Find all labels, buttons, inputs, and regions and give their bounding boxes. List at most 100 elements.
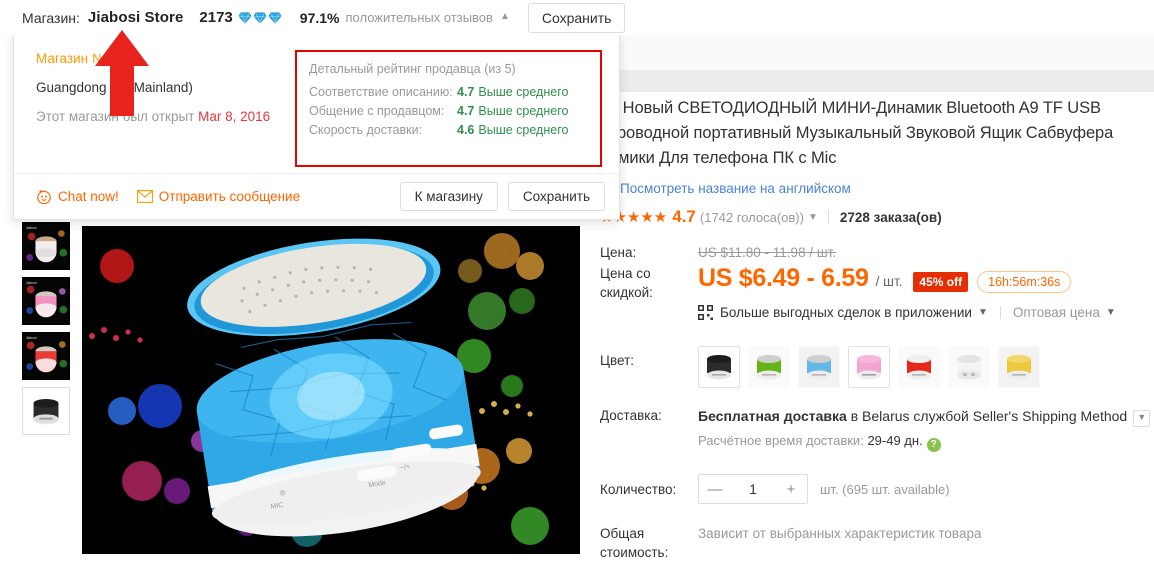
popup-save-button[interactable]: Сохранить (507, 182, 605, 211)
rating-votes: (1742 голоса(ов)) (699, 209, 804, 225)
quantity-input[interactable] (731, 480, 775, 498)
send-message-label: Отправить сообщение (158, 189, 301, 204)
rating-criteria-label: Соответствие описанию: (309, 85, 453, 99)
product-main-image[interactable]: MIC Mode −/+ (82, 226, 580, 554)
seller-rating-row: Скорость доставки: 4.6 Выше среднего (309, 123, 588, 137)
seller-rating-row: Соответствие описанию: 4.7 Выше среднего (309, 85, 588, 99)
store-opened-label: Этот магазин был открыт (36, 109, 195, 124)
store-opened-date: Mar 8, 2016 (198, 109, 271, 124)
shipping-method: Бесплатная доставка в Belarus службой Se… (698, 406, 1151, 427)
deal-timer: 16h:56m:36s (977, 271, 1072, 293)
svg-text:Jiabosi: Jiabosi (26, 336, 37, 340)
english-title-link[interactable]: 文 Посмотреть название на английском (600, 179, 1154, 198)
shipping-free-text: Бесплатная доставка (698, 408, 847, 424)
envelope-icon (136, 190, 153, 203)
total-cost-value: Зависит от выбранных характеристик товар… (698, 526, 982, 541)
quantity-label: Количество: (600, 481, 677, 497)
seller-level-icons (238, 12, 282, 24)
positive-percent: 97.1% (299, 9, 340, 26)
svg-text:Jiabosi: Jiabosi (26, 226, 37, 230)
color-swatch-yellow[interactable] (998, 346, 1040, 388)
shipping-rest-text: в Belarus службой Seller's Shipping Meth… (846, 408, 1128, 424)
seller-rating-row: Общение с продавцом: 4.7 Выше среднего (309, 104, 588, 118)
popup-footer: Chat now! Отправить сообщение К магазину… (14, 173, 619, 219)
seller-rating-box: Детальный рейтинг продавца (из 5) Соотве… (295, 50, 602, 167)
chevron-up-icon[interactable]: ▲ (500, 11, 510, 22)
app-deals-label[interactable]: Больше выгодных сделок в приложении (720, 305, 972, 320)
shipping-row: Доставка: Бесплатная доставка в Belarus … (600, 406, 1154, 452)
price-current-value: US $6.49 - 6.59 (698, 264, 869, 292)
chat-bubble-icon (37, 189, 51, 204)
caret-down-icon[interactable]: ▼ (978, 307, 988, 318)
quantity-decrease-button[interactable]: — (699, 481, 731, 498)
rating-row: ★★★★★ 4.7 (1742 голоса(ов)) ▼ 2728 заказ… (600, 205, 1154, 229)
rating-criteria-text: Выше среднего (478, 104, 569, 118)
rating-criteria-text: Выше среднего (478, 85, 569, 99)
color-swatch-red[interactable] (898, 346, 940, 388)
shipping-estimate: Расчётное время доставки: 29-49 дн.? (698, 433, 1150, 452)
send-message-link[interactable]: Отправить сообщение (136, 189, 301, 204)
color-swatch-green[interactable] (748, 346, 790, 388)
product-title: 16 Новый СВЕТОДИОДНЫЙ МИНИ-Динамик Bluet… (600, 99, 1114, 167)
quantity-available: шт. (695 шт. available) (820, 481, 950, 497)
save-store-button[interactable]: Сохранить (527, 2, 626, 33)
quantity-increase-button[interactable]: + (775, 481, 807, 498)
wholesale-price-label[interactable]: Оптовая цена (1013, 305, 1100, 320)
qr-code-icon (698, 305, 713, 320)
total-cost-label: Общая стоимость: (600, 526, 669, 560)
store-location: Guangdong na (Mainland) (36, 80, 193, 95)
store-name[interactable]: Jiabosi Store (88, 9, 184, 26)
total-cost-row: Общая стоимость: Зависит от выбранных ха… (600, 524, 1154, 562)
chevron-down-icon[interactable]: ▼ (808, 212, 818, 223)
diamond-icon (238, 12, 252, 24)
diamond-icon (253, 12, 267, 24)
chat-now-link[interactable]: Chat now! (36, 189, 119, 205)
divider (999, 306, 1001, 319)
thumbnail-red[interactable]: Jiabosi (22, 332, 70, 380)
color-swatch-black[interactable] (698, 346, 740, 388)
page-header-strip (620, 35, 1154, 71)
shipping-estimate-value: 29-49 дн. (867, 433, 923, 448)
rating-criteria-score: 4.7 (457, 104, 475, 118)
go-to-store-button[interactable]: К магазину (399, 182, 498, 211)
diamond-icon (268, 12, 282, 24)
thumbnail-black[interactable] (22, 387, 70, 435)
thumbnail-pink[interactable]: Jiabosi (22, 277, 70, 325)
rating-criteria-score: 4.6 (457, 123, 475, 137)
english-title-label: Посмотреть название на английском (620, 181, 851, 196)
shipping-chevron-down-icon[interactable]: ▼ (1133, 410, 1151, 427)
color-swatch-list (698, 346, 1040, 388)
svg-text:Jiabosi: Jiabosi (26, 281, 37, 285)
color-swatch-pink[interactable] (848, 346, 890, 388)
discount-badge: 45% off (913, 272, 969, 292)
thumbnail-white[interactable]: Jiabosi (22, 222, 70, 270)
question-mark-icon[interactable]: ? (926, 438, 941, 452)
color-label: Цвет: (600, 353, 635, 368)
color-swatch-blue[interactable] (798, 346, 840, 388)
quantity-row: Количество: — + шт. (695 шт. available) (600, 474, 1154, 504)
thumbnail-list: Jiabosi Jiabosi Jiabosi (22, 222, 74, 442)
wholesale-caret-down-icon[interactable]: ▼ (1106, 307, 1116, 318)
rating-criteria-text: Выше среднего (478, 123, 569, 137)
price-label: Цена: (600, 245, 637, 260)
store-number[interactable]: Магазин № 5153 (36, 50, 294, 68)
feedback-count: 2173 (199, 9, 233, 26)
color-row: Цвет: (600, 346, 1154, 388)
rating-criteria-label: Общение с продавцом: (309, 104, 445, 118)
shipping-label: Доставка: (600, 408, 662, 423)
product-info-panel: 16 Новый СВЕТОДИОДНЫЙ МИНИ-Динамик Bluet… (600, 96, 1154, 562)
divider (827, 210, 829, 224)
quantity-stepper[interactable]: — + (698, 474, 808, 504)
shipping-estimate-label: Расчётное время доставки: (698, 433, 864, 448)
store-info-popup: Магазин № 5153 Guangdong na (Mainland) Э… (13, 24, 620, 220)
color-swatch-white[interactable] (948, 346, 990, 388)
store-opened: Этот магазин был открыт Mar 8, 2016 (36, 108, 294, 126)
store-label: Магазин: (22, 9, 80, 26)
seller-rating-title: Детальный рейтинг продавца (из 5) (309, 61, 588, 76)
seller-rating-title-text: Детальный рейтинг продавца (309, 62, 481, 76)
price-discount-row: Цена со скидкой: US $6.49 - 6.59 / шт. 4… (600, 264, 1154, 320)
orders-count[interactable]: 2728 заказа(ов) (840, 210, 942, 225)
rating-criteria-label: Скорость доставки: (309, 123, 423, 137)
store-details: Магазин № 5153 Guangdong na (Mainland) Э… (14, 50, 294, 174)
price-original-value: US $11.80 - 11.98 / шт. (698, 245, 837, 260)
